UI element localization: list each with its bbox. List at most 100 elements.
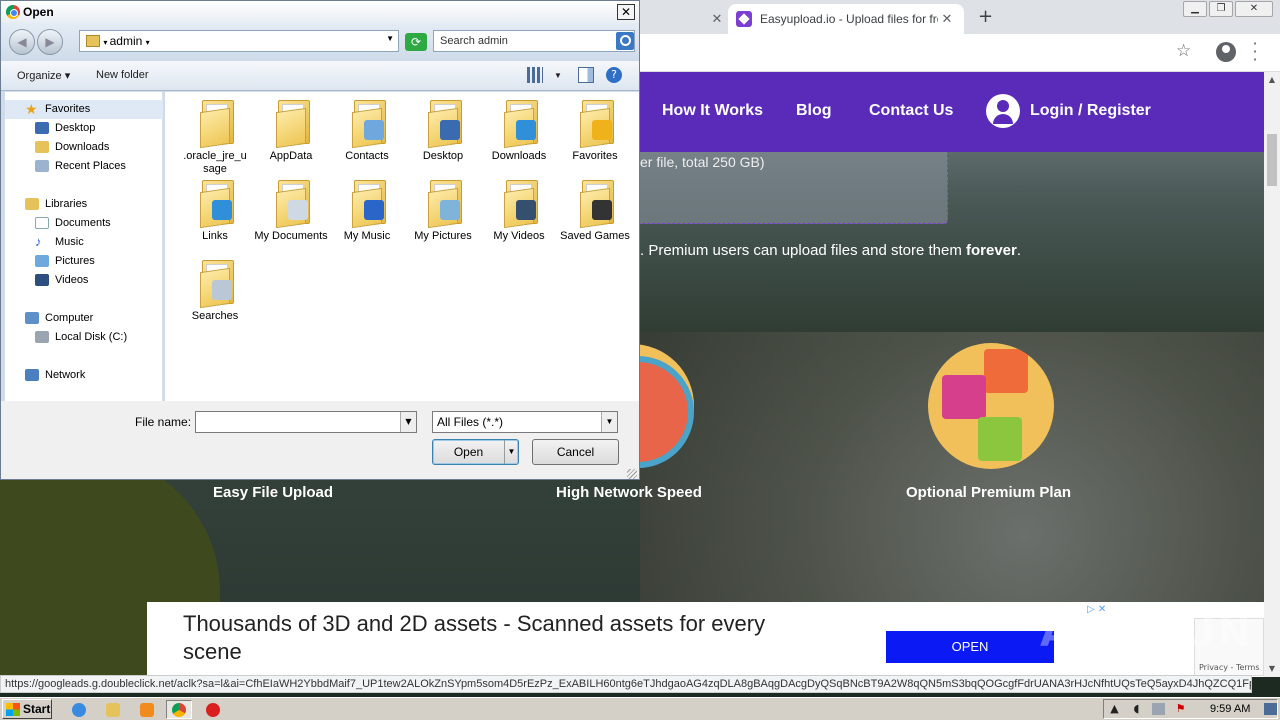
nav-music[interactable]: ♪ Music: [5, 233, 163, 252]
bookmark-star-icon[interactable]: ☆: [1176, 41, 1191, 61]
dialog-titlebar[interactable]: Open ✕: [1, 1, 639, 23]
file-item[interactable]: Saved Games: [557, 180, 633, 243]
file-item[interactable]: Searches: [177, 260, 253, 323]
profile-icon[interactable]: [1216, 42, 1236, 62]
dialog-close-button[interactable]: ✕: [617, 4, 635, 20]
open-button[interactable]: Open ▼: [432, 439, 519, 465]
resize-grip[interactable]: [627, 469, 637, 479]
search-input[interactable]: Search admin: [433, 30, 635, 52]
anyrun-watermark: ANY.RUN: [1040, 610, 1253, 656]
scroll-up-icon[interactable]: ▲: [1264, 72, 1280, 88]
back-arrow-icon[interactable]: ◀: [9, 29, 35, 55]
nav-login-register[interactable]: Login / Register: [1030, 102, 1151, 120]
file-item[interactable]: My Music: [329, 180, 405, 243]
chrome-icon: [6, 5, 20, 19]
taskbar-stop-icon[interactable]: [200, 700, 226, 719]
file-item[interactable]: Contacts: [329, 100, 405, 163]
nav-local-disk[interactable]: Local Disk (C:): [5, 328, 163, 347]
recaptcha-links[interactable]: Privacy - Terms: [1199, 663, 1260, 672]
file-item[interactable]: Downloads: [481, 100, 557, 163]
address-text[interactable]: admin: [110, 34, 143, 48]
taskbar-explorer-icon[interactable]: [100, 700, 126, 719]
menu-dots-icon[interactable]: · · ·: [1252, 36, 1258, 68]
preview-pane-icon[interactable]: [578, 67, 594, 83]
file-item[interactable]: My Videos: [481, 180, 557, 243]
desktop-icon: [35, 122, 49, 134]
saved-games-folder-icon: [576, 180, 614, 229]
tab-close-icon[interactable]: ✕: [708, 11, 726, 27]
taskbar-chrome-icon[interactable]: [166, 700, 192, 719]
start-button[interactable]: Start: [2, 699, 52, 719]
tab-easyupload[interactable]: Easyupload.io - Upload files for free ✕: [728, 4, 964, 34]
tab-previous[interactable]: ✕: [640, 4, 726, 34]
nav-how-it-works[interactable]: How It Works: [662, 102, 763, 120]
nav-label: Music: [55, 236, 84, 248]
puzzle-icon: [928, 343, 1054, 469]
nav-network[interactable]: Network: [5, 366, 163, 385]
network-tray-icon[interactable]: [1152, 703, 1165, 715]
nav-contact[interactable]: Contact Us: [869, 102, 953, 120]
new-tab-button[interactable]: +: [978, 6, 996, 27]
file-type-select[interactable]: All Files (*.*) ▼: [432, 411, 618, 433]
nav-label: Computer: [45, 312, 94, 324]
scroll-down-icon[interactable]: ▼: [1264, 661, 1280, 677]
ad-title[interactable]: Thousands of 3D and 2D assets - Scanned …: [183, 610, 823, 666]
maximize-button[interactable]: ❐: [1209, 1, 1233, 17]
windows-logo-icon: [6, 703, 20, 716]
refresh-icon[interactable]: ⟳: [405, 33, 427, 51]
flag-icon[interactable]: ⚑: [1174, 703, 1187, 715]
file-item[interactable]: Links: [177, 180, 253, 243]
file-name-input[interactable]: ▼: [195, 411, 417, 433]
view-dropdown-icon[interactable]: ▼: [554, 71, 562, 80]
premium-note-bold: forever: [966, 242, 1017, 259]
tab-close-icon[interactable]: ✕: [938, 11, 956, 27]
volume-icon[interactable]: ◖: [1130, 703, 1143, 715]
file-name: My Videos: [493, 230, 545, 242]
nav-downloads[interactable]: Downloads: [5, 138, 163, 157]
nav-desktop[interactable]: Desktop: [5, 119, 163, 138]
file-item[interactable]: .oracle_jre_u sage: [177, 100, 253, 176]
taskbar-ie-icon[interactable]: [66, 700, 92, 719]
page-scrollbar[interactable]: ▲ ▼: [1264, 72, 1280, 677]
nav-documents[interactable]: Documents: [5, 214, 163, 233]
tray-expand-icon[interactable]: ▲: [1108, 703, 1121, 715]
forward-arrow-icon[interactable]: ▶: [37, 29, 63, 55]
help-icon[interactable]: ?: [606, 67, 622, 83]
file-item[interactable]: My Pictures: [405, 180, 481, 243]
show-desktop-icon[interactable]: [1264, 703, 1277, 715]
nav-pictures[interactable]: Pictures: [5, 252, 163, 271]
libraries-icon: [25, 198, 39, 210]
file-item[interactable]: Favorites: [557, 100, 633, 163]
user-icon[interactable]: [986, 94, 1020, 128]
videos-icon: [35, 274, 49, 286]
ad-open-button[interactable]: OPEN: [886, 631, 1054, 663]
address-dropdown-icon[interactable]: ▼: [386, 34, 394, 43]
nav-favorites[interactable]: ★ Favorites: [5, 100, 163, 119]
nav-computer[interactable]: Computer: [5, 309, 163, 328]
scroll-thumb[interactable]: [1267, 134, 1277, 186]
file-item[interactable]: Desktop: [405, 100, 481, 163]
new-folder-button[interactable]: New folder: [96, 69, 149, 81]
file-name-dropdown-icon[interactable]: ▼: [400, 412, 416, 432]
nav-blog[interactable]: Blog: [796, 102, 832, 120]
searches-folder-icon: [196, 260, 234, 309]
open-dropdown-icon[interactable]: ▼: [504, 440, 518, 464]
taskbar-media-player-icon[interactable]: [134, 700, 160, 719]
breadcrumb-arrow-icon[interactable]: ▾: [146, 38, 150, 47]
address-bar[interactable]: ▾ admin ▾ ▼: [79, 30, 399, 52]
site-navbar: How It Works Blog Contact Us Login / Reg…: [620, 72, 1264, 152]
nav-recent-places[interactable]: Recent Places: [5, 157, 163, 176]
search-icon[interactable]: [616, 32, 634, 50]
minimize-button[interactable]: ▁: [1183, 1, 1207, 17]
close-window-button[interactable]: ✕: [1235, 1, 1273, 17]
file-item[interactable]: AppData: [253, 100, 329, 163]
links-folder-icon: [196, 180, 234, 229]
cancel-button[interactable]: Cancel: [532, 439, 619, 465]
nav-videos[interactable]: Videos: [5, 271, 163, 290]
file-item[interactable]: My Documents: [253, 180, 329, 243]
nav-libraries[interactable]: Libraries: [5, 195, 163, 214]
organize-button[interactable]: Organize ▾: [17, 69, 70, 82]
file-type-dropdown-icon[interactable]: ▼: [601, 412, 617, 432]
view-options-icon[interactable]: [527, 67, 543, 83]
status-url: https://googleads.g.doubleclick.net/aclk…: [0, 675, 1252, 693]
